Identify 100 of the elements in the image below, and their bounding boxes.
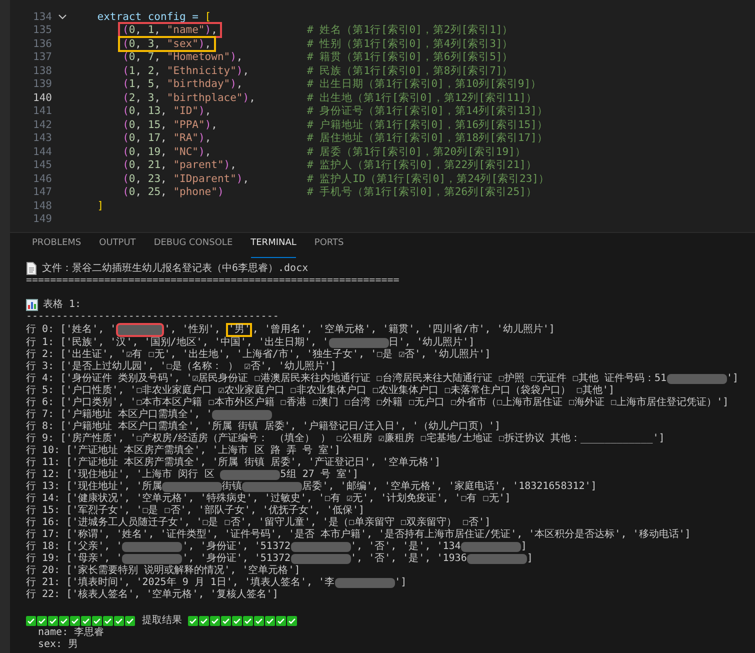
code-comment: # 监护人（第1行[索引0]，第22列[索引21]） (307, 158, 537, 172)
redacted-blur (290, 554, 351, 564)
fold-chevron-icon[interactable] (58, 14, 66, 20)
check-mark-icon (188, 616, 198, 626)
output-text: 行 21: ['填表时间', '2025年 9 月 1日', '填表人签名', '李 (26, 577, 335, 588)
code-text: (0, 13, "ID"), (122, 105, 212, 118)
output-text: ', '否', '是', '134 (350, 541, 461, 553)
code-comment: # 户籍地址（第1行[索引0]，第16列[索引15]） (307, 118, 548, 132)
bar-chart-icon (26, 299, 38, 311)
check-mark-icon (210, 616, 220, 626)
file-name-text: 文件：景谷二幼插班生幼儿报名登记表（中6李思睿）.docx (42, 262, 308, 274)
output-text: '] (394, 577, 407, 589)
output-text: ', '性别', (164, 324, 222, 336)
output-text: '] (726, 373, 739, 385)
line-number: 146 (32, 172, 52, 185)
line-number: 140 (32, 92, 52, 104)
check-mark-icon (221, 616, 231, 626)
code-comment: # 手机号（第1行[索引0]，第26列[索引25]） (307, 185, 537, 200)
code-comment: # 性别（第1行[索引0]，第4列[索引3]） (307, 36, 514, 51)
line-number: 141 (32, 105, 52, 118)
check-mark-icon (26, 616, 36, 626)
output-text: ] (526, 553, 533, 565)
line-number: 137 (32, 51, 52, 64)
line-number: 144 (32, 146, 52, 158)
output-text: 行 2: ['出生证', '☑有 ☐无', '出生地', '上海省/市', '独生子女', '☐是 ☑否', '幼儿照片'] (26, 349, 491, 360)
output-text: 日', '幼儿照片'] (388, 337, 475, 348)
output-text: ', '否', '是', '1936 (350, 553, 467, 565)
line-number: 136 (32, 38, 52, 50)
check-mark-icon (243, 616, 253, 626)
panel-tab[interactable]: OUTPUT (99, 238, 136, 258)
check-mark-icon (114, 616, 124, 626)
highlighted-code: (0, 1, "name"), (118, 22, 222, 38)
output-text: 行 19: ['母亲', ' (26, 553, 122, 564)
check-mark-icon (276, 616, 286, 626)
line-number: 135 (32, 24, 52, 36)
code-text: (2, 3, "birthplace"), (122, 92, 256, 104)
output-text: 行 17: ['称谓', '姓名', '证件类型', '证件号码', '是否 本市户籍', '是否持有上海市居住证/凭证', '本区积分是否达标', '移动电话'] (26, 529, 691, 540)
redacted-blur (666, 374, 727, 384)
panel-tab[interactable]: TERMINAL (250, 238, 296, 258)
check-mark-icon (265, 616, 275, 626)
line-number: 134 (32, 10, 52, 23)
code-comment: # 籍贯（第1行[索引0]，第6列[索引5]） (307, 50, 514, 64)
redacted-blur (290, 542, 351, 552)
check-mark-icon (287, 616, 297, 626)
redacted-blur (162, 482, 222, 492)
panel-tab[interactable]: DEBUG CONSOLE (154, 238, 233, 258)
code-comment: # 监护人ID（第1行[索引0]，第24列[索引23]） (307, 172, 550, 186)
code-text: (1, 2, "Ethnicity"), (122, 64, 250, 77)
output-text: 行 11: ['产证地址 本区房产需填全', '所属 街镇 居委', '产证登记日', '空单元格'] (26, 457, 440, 468)
code-text: (0, 21, "parent"), (122, 159, 236, 172)
table-title: 表格 1: (43, 299, 82, 311)
code-comment: # 民族（第1行[索引0]，第8列[索引7]） (307, 64, 514, 78)
line-number: 138 (32, 64, 52, 77)
separator-line: ------------------------------------------ (26, 311, 279, 323)
output-text: 行 0: ['姓名', ' (26, 324, 116, 336)
code-comment: # 居住地址（第1行[索引0]，第18列[索引17]） (307, 131, 548, 146)
output-text: 行 18: ['父亲', ' (26, 541, 122, 552)
code-comment: # 出生地（第1行[索引0]，第12列[索引11]） (307, 90, 537, 105)
output-text: 5组 27 号 室'] (280, 469, 358, 480)
redacted-blur (460, 542, 521, 552)
output-text: 街镇 (222, 481, 242, 492)
output-text: 行 10: ['产证地址 本区房产需填全', '上海市 区 路 弄 号 室'] (26, 445, 340, 456)
redacted-blur (242, 482, 302, 492)
output-text: 行 3: ['是否上过幼儿园', '☐是（名称： ） ☑否', '幼儿照片'] (26, 361, 336, 372)
output-text: 行 15: ['军烈子女', '☐是 ☐否', '部队子女', '优抚子女', '低保'] (26, 505, 365, 516)
code-text: (0, 23, "IDparent"), (122, 172, 250, 185)
document-icon (26, 262, 37, 275)
result-field: name: 李思睿 (38, 627, 104, 639)
output-text: ', '身份证', '51372 (182, 553, 291, 564)
separator-line: ============================================================== (26, 275, 400, 287)
line-number: 145 (32, 159, 52, 172)
output-text: 行 14: ['健康状况', '空单元格', '特殊病史', '过敏史', '☐有 ☑无', '计划免疫证', '☐有 ☐无'] (26, 493, 511, 504)
highlighted-code: (0, 3, "sex"), (118, 36, 216, 52)
check-mark-icon (125, 616, 135, 626)
output-text: 行 9: ['房产性质', '☐产权房/经适房（产证编号： （填全） ） ☐公租房 ☑廉租房 ☐宅基地/土地证 ☐拆迁协议 其他：____________'] (26, 433, 665, 444)
code-text: ] (96, 200, 104, 212)
code-comment: # 身份证号（第1行[索引0]，第14列[索引13]） (307, 104, 548, 118)
panel-tab[interactable]: PROBLEMS (32, 238, 82, 258)
output-text: ] (520, 541, 527, 553)
output-text: 行 8: ['户籍地址 本区户口需填全', '所属 街镇 居委', '户籍登记日/迁入日', '（幼儿户口页）'] (26, 421, 500, 432)
check-mark-icon (103, 616, 113, 626)
highlighted-value: '男' (226, 323, 252, 337)
line-number: 139 (32, 78, 52, 90)
check-mark-icon (254, 616, 264, 626)
redacted-blur (220, 470, 280, 480)
code-text: (1, 5, "birthday"), (122, 78, 243, 90)
check-mark-icon (37, 616, 47, 626)
code-comment: # 出生日期（第1行[索引0]，第10列[索引9]） (307, 77, 542, 92)
check-mark-icon (92, 616, 102, 626)
panel-tab[interactable]: PORTS (314, 238, 344, 258)
redacted-blur (466, 554, 527, 564)
check-mark-icon (232, 616, 242, 626)
output-text: 行 4: ['身份证件 类别及号码', '☑居民身份证 ☐港澳居民来往内地通行证 ☐台湾居民来往大陆通行证 ☐护照 ☐无证件 ☐其他 证件号码：51 (26, 373, 667, 384)
result-field: sex: 男 (38, 639, 78, 651)
line-number: 147 (32, 186, 52, 198)
code-text: extract_config = [ (96, 10, 212, 23)
result-title: 提取结果 (142, 615, 182, 627)
code-text: (0, 7, "Hometown"), (122, 51, 243, 64)
check-mark-icon (59, 616, 69, 626)
line-number: 148 (32, 200, 52, 212)
